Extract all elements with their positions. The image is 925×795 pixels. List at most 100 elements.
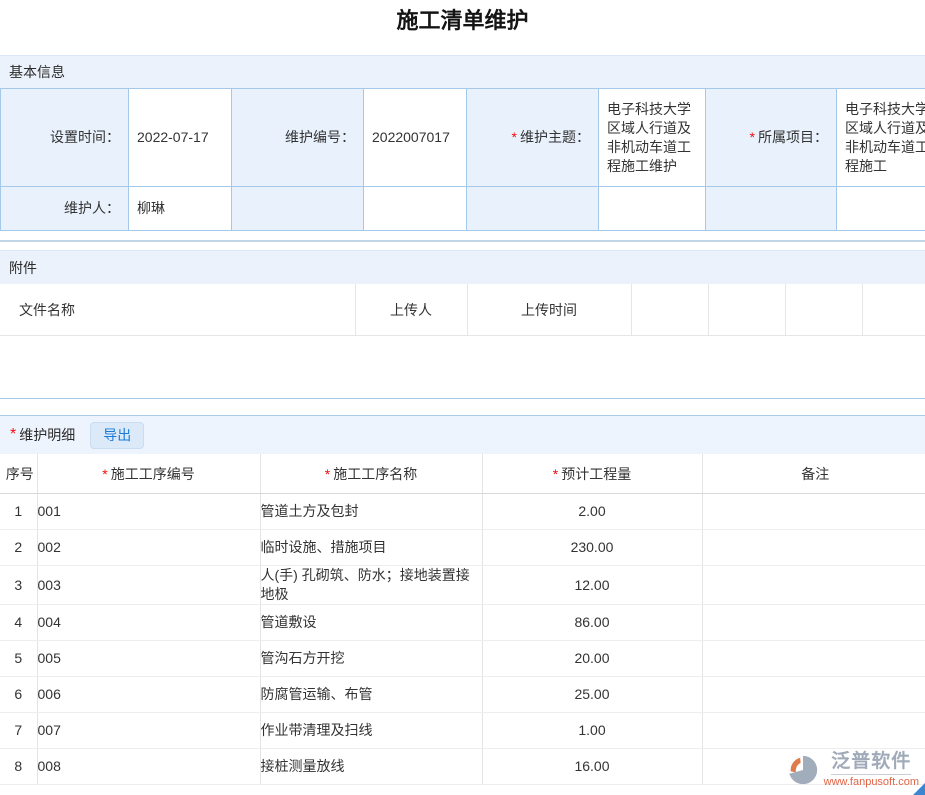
section-divider <box>0 240 925 242</box>
attachments-section-header: 附件 <box>0 250 925 284</box>
form-row-2: 维护人： 柳琳 <box>1 187 925 231</box>
empty-value-cell <box>599 187 706 231</box>
watermark-brand: 泛普软件 <box>831 751 911 775</box>
empty-label-cell <box>232 187 364 231</box>
cell-remark <box>702 494 925 530</box>
attachments-col-uploader: 上传人 <box>355 284 467 336</box>
cell-process-name: 管沟石方开挖 <box>260 641 482 677</box>
set-time-label: 设置时间： <box>1 89 129 187</box>
cell-estimated-quantity: 86.00 <box>482 605 702 641</box>
empty-value-cell <box>837 187 925 231</box>
maintainer-value: 柳琳 <box>129 187 232 231</box>
cell-estimated-quantity: 230.00 <box>482 530 702 566</box>
cell-seq: 2 <box>0 530 37 566</box>
cell-process-code: 007 <box>37 713 260 749</box>
attachments-header-row: 文件名称 上传人 上传时间 <box>0 284 925 336</box>
empty-label-cell <box>706 187 837 231</box>
cell-remark <box>702 641 925 677</box>
cell-estimated-quantity: 1.00 <box>482 713 702 749</box>
table-row: 7 007 作业带清理及扫线 1.00 <box>0 713 925 749</box>
cell-process-name: 接桩测量放线 <box>260 749 482 785</box>
detail-table: 序号 *施工工序编号 *施工工序名称 *预计工程量 备注 1 001 管道土方及… <box>0 454 925 785</box>
cell-process-name: 人(手) 孔砌筑、防水；接地装置接地极 <box>260 566 482 605</box>
cell-remark <box>702 566 925 605</box>
maintenance-no-value: 2022007017 <box>364 89 467 187</box>
cell-process-code: 001 <box>37 494 260 530</box>
required-asterisk: * <box>325 466 330 482</box>
maintenance-no-label: 维护编号： <box>232 89 364 187</box>
project-label: *所属项目： <box>706 89 837 187</box>
cell-estimated-quantity: 20.00 <box>482 641 702 677</box>
cell-process-code: 005 <box>37 641 260 677</box>
cell-process-name: 管道敷设 <box>260 605 482 641</box>
table-row: 5 005 管沟石方开挖 20.00 <box>0 641 925 677</box>
required-asterisk: * <box>102 466 107 482</box>
attachments-col-empty <box>708 284 785 336</box>
table-row: 1 001 管道土方及包封 2.00 <box>0 494 925 530</box>
form-row-1: 设置时间： 2022-07-17 维护编号： 2022007017 *维护主题：… <box>1 89 925 187</box>
detail-header-row: 序号 *施工工序编号 *施工工序名称 *预计工程量 备注 <box>0 454 925 494</box>
cell-seq: 6 <box>0 677 37 713</box>
cell-process-code: 003 <box>37 566 260 605</box>
set-time-value: 2022-07-17 <box>129 89 232 187</box>
attachments-col-empty <box>862 284 925 336</box>
fanpu-logo-icon <box>786 753 820 787</box>
cell-remark <box>702 605 925 641</box>
corner-marker <box>913 783 925 795</box>
cell-process-name: 作业带清理及扫线 <box>260 713 482 749</box>
required-asterisk: * <box>750 129 755 145</box>
cell-seq: 4 <box>0 605 37 641</box>
cell-estimated-quantity: 12.00 <box>482 566 702 605</box>
project-value: 电子科技大学区域人行道及非机动车道工程施工 <box>837 89 925 187</box>
empty-value-cell <box>364 187 467 231</box>
cell-seq: 1 <box>0 494 37 530</box>
cell-process-name: 防腐管运输、布管 <box>260 677 482 713</box>
fanpu-watermark: 泛普软件 www.fanpusoft.com <box>786 751 919 789</box>
cell-process-code: 008 <box>37 749 260 785</box>
cell-process-name: 管道土方及包封 <box>260 494 482 530</box>
table-row: 2 002 临时设施、措施项目 230.00 <box>0 530 925 566</box>
col-process-code: *施工工序编号 <box>37 454 260 494</box>
maintenance-subject-label: *维护主题： <box>467 89 599 187</box>
attachments-table: 文件名称 上传人 上传时间 <box>0 284 925 336</box>
maintainer-label: 维护人： <box>1 187 129 231</box>
attachments-col-file-name: 文件名称 <box>0 284 355 336</box>
cell-remark <box>702 677 925 713</box>
cell-seq: 8 <box>0 749 37 785</box>
required-asterisk: * <box>10 426 16 444</box>
watermark-text: 泛普软件 www.fanpusoft.com <box>824 751 919 789</box>
basic-info-title: 基本信息 <box>9 62 65 82</box>
col-seq: 序号 <box>0 454 37 494</box>
cell-process-name: 临时设施、措施项目 <box>260 530 482 566</box>
attachments-col-upload-time: 上传时间 <box>467 284 631 336</box>
col-estimated-quantity: *预计工程量 <box>482 454 702 494</box>
attachments-col-empty <box>631 284 708 336</box>
required-asterisk: * <box>553 466 558 482</box>
page-title: 施工清单维护 <box>0 0 925 55</box>
cell-process-code: 004 <box>37 605 260 641</box>
table-row: 3 003 人(手) 孔砌筑、防水；接地装置接地极 12.00 <box>0 566 925 605</box>
section-divider <box>0 398 925 399</box>
cell-seq: 5 <box>0 641 37 677</box>
cell-estimated-quantity: 2.00 <box>482 494 702 530</box>
cell-seq: 3 <box>0 566 37 605</box>
basic-info-section-header: 基本信息 <box>0 55 925 88</box>
basic-info-form: 设置时间： 2022-07-17 维护编号： 2022007017 *维护主题：… <box>0 88 925 231</box>
cell-remark <box>702 713 925 749</box>
table-row: 6 006 防腐管运输、布管 25.00 <box>0 677 925 713</box>
col-process-name: *施工工序名称 <box>260 454 482 494</box>
watermark-url: www.fanpusoft.com <box>824 776 919 789</box>
cell-estimated-quantity: 16.00 <box>482 749 702 785</box>
detail-section-toolbar: * 维护明细 导出 <box>0 415 925 454</box>
empty-label-cell <box>467 187 599 231</box>
attachments-col-empty <box>785 284 862 336</box>
cell-estimated-quantity: 25.00 <box>482 677 702 713</box>
attachments-title: 附件 <box>9 258 37 278</box>
maintenance-subject-value: 电子科技大学区域人行道及非机动车道工程施工维护 <box>599 89 706 187</box>
detail-section-title: 维护明细 <box>19 425 75 445</box>
export-button[interactable]: 导出 <box>90 422 144 449</box>
cell-remark <box>702 530 925 566</box>
col-remark: 备注 <box>702 454 925 494</box>
cell-process-code: 002 <box>37 530 260 566</box>
cell-process-code: 006 <box>37 677 260 713</box>
